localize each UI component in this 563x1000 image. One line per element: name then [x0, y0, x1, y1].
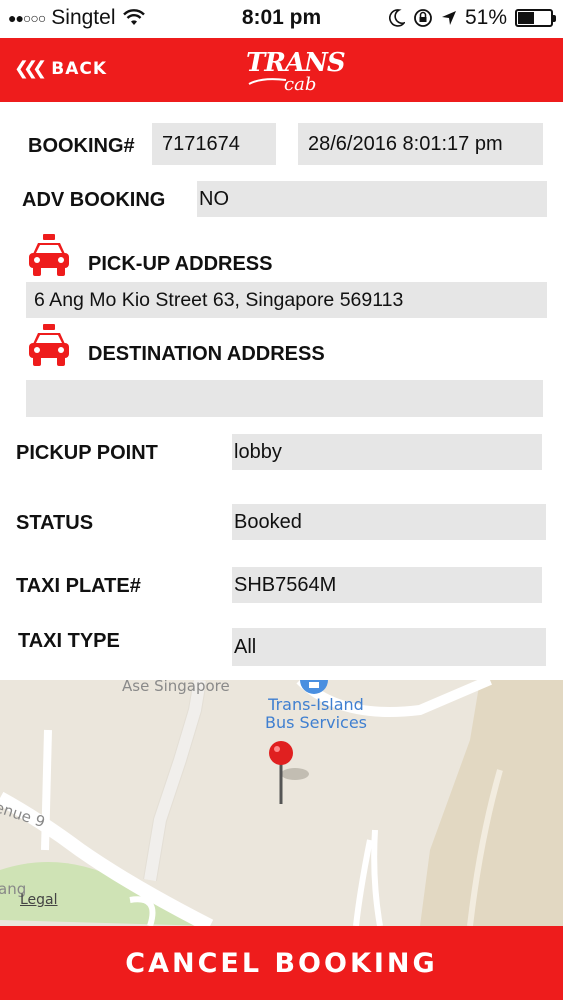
transcab-logo: TRANS cab — [244, 46, 346, 96]
pickup-address-label: PICK-UP ADDRESS — [88, 253, 273, 275]
app-header: ❮❮❮ BACK TRANS cab — [0, 38, 563, 102]
back-button-label: BACK — [51, 58, 108, 79]
map-place-label: Ase Singapore — [122, 680, 230, 695]
back-chevron-icon: ❮❮❮ — [14, 58, 47, 79]
adv-booking-field: NO — [197, 181, 547, 217]
adv-booking-label: ADV BOOKING — [22, 189, 166, 211]
pickup-point-field: lobby — [232, 434, 542, 470]
booking-datetime-field: 28/6/2016 8:01:17 pm — [298, 123, 543, 165]
taxi-icon — [29, 234, 69, 276]
location-arrow-icon — [441, 11, 456, 25]
taxi-icon — [29, 324, 69, 366]
pickup-point-label: PICKUP POINT — [16, 442, 158, 464]
status-bar: ●●○○○ Singtel 8:01 pm 51% — [0, 0, 563, 38]
destination-address-field — [26, 380, 543, 417]
bus-stop-icon — [300, 680, 328, 694]
status-bar-right: 51% — [389, 6, 556, 30]
back-button[interactable]: ❮❮❮ BACK — [14, 58, 107, 79]
booking-number-label: BOOKING# — [28, 135, 135, 157]
battery-percentage: 51% — [464, 6, 507, 29]
taxi-type-field: All — [232, 628, 546, 666]
logo-swoosh — [248, 78, 287, 85]
pickup-address-field: 6 Ang Mo Kio Street 63, Singapore 569113 — [26, 282, 547, 318]
status-label: STATUS — [16, 512, 94, 534]
destination-address-label: DESTINATION ADDRESS — [88, 343, 325, 365]
cancel-booking-button[interactable]: CANCEL BOOKING — [0, 926, 563, 1000]
bus-services-label: Trans-Island Bus Services — [264, 696, 368, 732]
orientation-lock-icon — [414, 9, 432, 27]
booking-number-field: 7171674 — [152, 123, 276, 165]
map-view[interactable]: Ase Singapore Trans-Island Bus Services … — [0, 680, 563, 926]
bus-services-label-line2: Bus Services — [264, 713, 367, 732]
taxi-plate-label: TAXI PLATE# — [16, 575, 141, 597]
taxi-type-label: TAXI TYPE — [18, 630, 120, 652]
battery-icon — [515, 9, 556, 27]
status-field: Booked — [232, 504, 546, 540]
taxi-plate-field: SHB7564M — [232, 567, 542, 603]
logo-text-cab: cab — [284, 74, 317, 95]
map-pin-icon — [269, 741, 309, 804]
legal-link[interactable]: Legal — [20, 892, 58, 908]
bus-services-label-line1: Trans-Island — [268, 695, 364, 714]
moon-icon — [389, 9, 405, 27]
